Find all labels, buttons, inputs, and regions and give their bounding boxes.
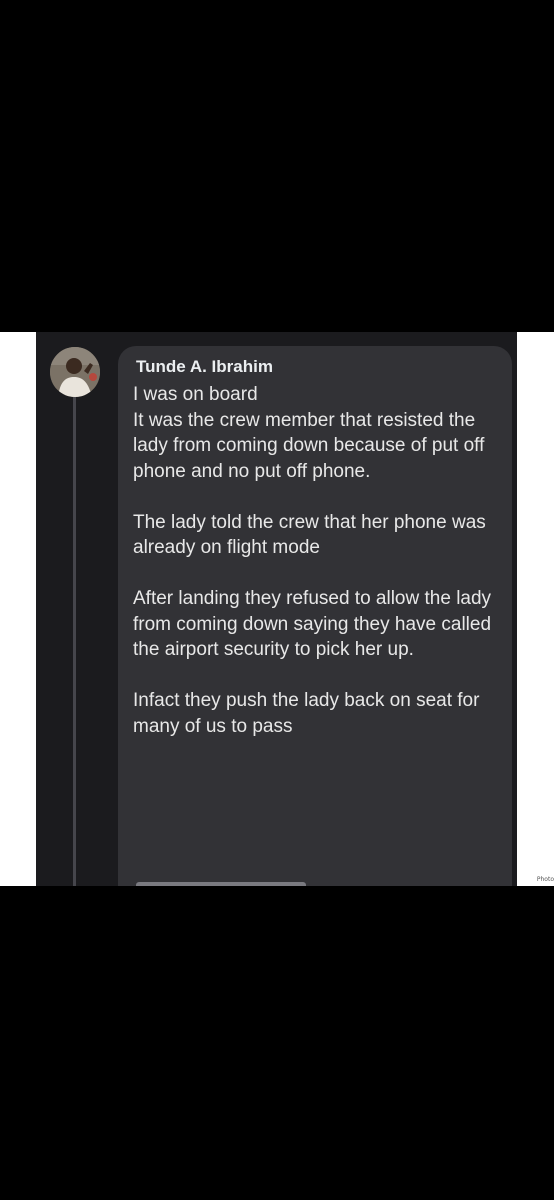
- top-letterbox: [0, 0, 554, 332]
- comment-paragraph: After landing they refused to allow the …: [133, 588, 492, 660]
- comment-paragraph: I was on board It was the crew member th…: [133, 384, 485, 482]
- comment-text: I was on board It was the crew member th…: [133, 382, 509, 739]
- comment-paragraph: Infact they push the lady back on seat f…: [133, 690, 480, 737]
- comment-screenshot: Tunde A. Ibrahim I was on board It was t…: [36, 332, 517, 886]
- comment-paragraph: The lady told the crew that her phone wa…: [133, 511, 486, 559]
- comment-author[interactable]: Tunde A. Ibrahim: [136, 356, 273, 378]
- user-profile-photo-icon: [50, 347, 100, 397]
- thread-line: [73, 382, 76, 886]
- next-comment-author-cut-off: [136, 878, 316, 886]
- watermark: Photo: [536, 876, 554, 883]
- bottom-letterbox: [0, 886, 554, 1200]
- avatar[interactable]: [50, 347, 100, 397]
- photo-frame: Tunde A. Ibrahim I was on board It was t…: [0, 332, 554, 886]
